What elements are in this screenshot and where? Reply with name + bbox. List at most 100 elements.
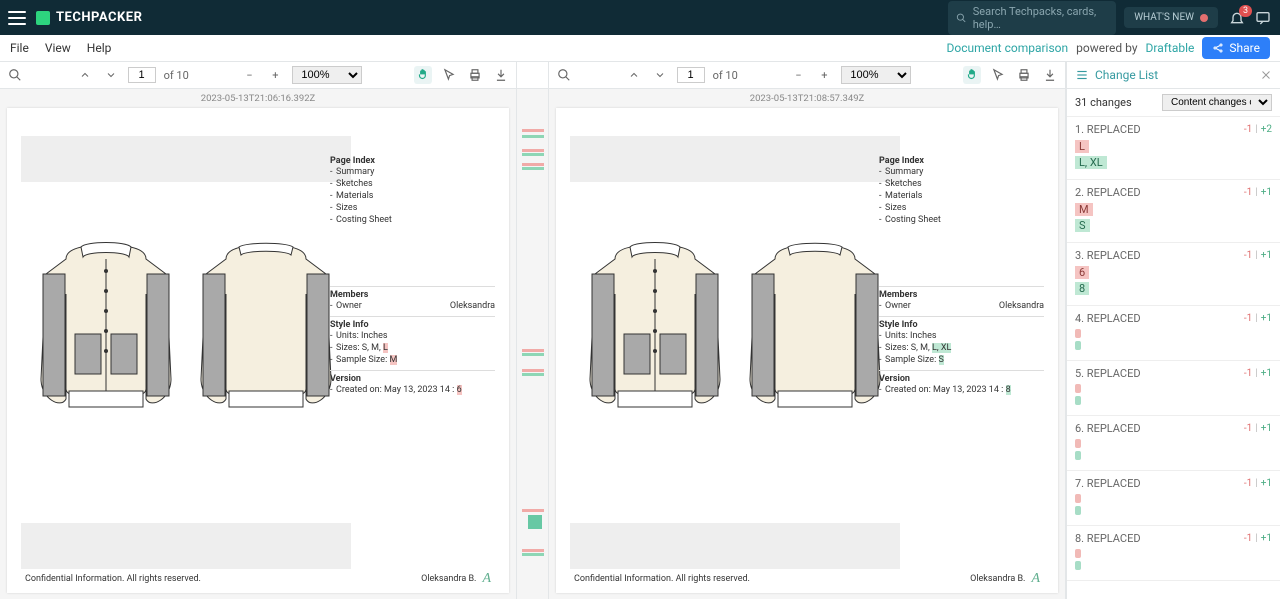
menu-help[interactable]: Help bbox=[87, 41, 112, 55]
doc-comparison-link[interactable]: Document comparison bbox=[947, 41, 1069, 55]
change-ins-bar bbox=[1075, 451, 1081, 460]
page-index-title: Page Index bbox=[879, 156, 1044, 166]
app-name: TECHPACKER bbox=[56, 10, 142, 25]
whats-new-label: WHAT'S NEW bbox=[1134, 12, 1194, 23]
right-page[interactable]: Page Index Summary Sketches Materials Si… bbox=[556, 108, 1058, 593]
index-item: Costing Sheet bbox=[330, 214, 495, 226]
change-item[interactable]: 8. REPLACED-1|+1 bbox=[1067, 526, 1280, 581]
change-title: 6. REPLACED bbox=[1075, 422, 1141, 435]
zoom-in-button[interactable]: + bbox=[815, 66, 833, 84]
left-page[interactable]: Page Index Summary Sketches Materials Si… bbox=[7, 108, 509, 593]
placeholder-block bbox=[21, 136, 351, 182]
page-footer: Confidential Information. All rights res… bbox=[25, 571, 491, 587]
change-title: 5. REPLACED bbox=[1075, 367, 1141, 380]
zoom-out-button[interactable]: − bbox=[789, 66, 807, 84]
page-of-text: of 10 bbox=[713, 69, 738, 82]
change-del-bar bbox=[1075, 329, 1081, 338]
prev-page-button[interactable] bbox=[76, 66, 94, 84]
change-item[interactable]: 5. REPLACED-1|+1 bbox=[1067, 361, 1280, 416]
zoom-select[interactable]: 100% bbox=[841, 66, 911, 84]
change-del-bar bbox=[1075, 439, 1081, 448]
style-sample: Sample Size: S bbox=[879, 354, 1044, 366]
share-button[interactable]: Share bbox=[1202, 37, 1270, 59]
pointer-tool-button[interactable] bbox=[440, 66, 458, 84]
placeholder-block bbox=[21, 523, 351, 569]
prev-page-button[interactable] bbox=[625, 66, 643, 84]
app-logo[interactable]: TECHPACKER bbox=[36, 10, 142, 25]
whats-new-dot-icon bbox=[1200, 14, 1208, 22]
hand-tool-button[interactable] bbox=[414, 66, 432, 84]
pointer-icon bbox=[442, 68, 456, 82]
draftable-link[interactable]: Draftable bbox=[1146, 41, 1195, 55]
change-item[interactable]: 7. REPLACED-1|+1 bbox=[1067, 471, 1280, 526]
footer-signature-icon: A bbox=[1031, 571, 1040, 587]
change-list-subheader: 31 changes Content changes only bbox=[1067, 89, 1280, 117]
index-item: Materials bbox=[330, 190, 495, 202]
change-filter-select[interactable]: Content changes only bbox=[1162, 94, 1272, 111]
next-page-button[interactable] bbox=[651, 66, 669, 84]
zoom-in-button[interactable]: + bbox=[266, 66, 284, 84]
style-units: Units: Inches bbox=[330, 330, 495, 342]
index-item: Costing Sheet bbox=[879, 214, 1044, 226]
index-item: Summary bbox=[330, 166, 495, 178]
next-page-button[interactable] bbox=[102, 66, 120, 84]
page-index-title: Page Index bbox=[330, 156, 495, 166]
menu-view[interactable]: View bbox=[45, 41, 71, 55]
search-in-doc-button[interactable] bbox=[6, 66, 24, 84]
change-item[interactable]: 2. REPLACED-1|+1MS bbox=[1067, 180, 1280, 243]
topbar: TECHPACKER Search Techpacks, cards, help… bbox=[0, 0, 1280, 35]
change-ins-bar bbox=[1075, 506, 1081, 515]
change-ins-bar bbox=[1075, 561, 1081, 570]
notifications-button[interactable]: 3 bbox=[1228, 9, 1246, 27]
menubar: File View Help Document comparison power… bbox=[0, 35, 1280, 62]
menu-file[interactable]: File bbox=[10, 41, 29, 55]
search-icon bbox=[557, 68, 571, 82]
change-new-value: S bbox=[1075, 219, 1090, 232]
left-info-panel: Page Index Summary Sketches Materials Si… bbox=[330, 156, 495, 396]
whats-new-button[interactable]: WHAT'S NEW bbox=[1124, 7, 1218, 28]
change-item[interactable]: 6. REPLACED-1|+1 bbox=[1067, 416, 1280, 471]
change-list-title: Change List bbox=[1095, 68, 1158, 82]
page-input[interactable] bbox=[677, 67, 705, 83]
footer-author: Oleksandra B. bbox=[421, 574, 476, 584]
jacket-front-icon bbox=[580, 239, 730, 414]
diff-overview-strip[interactable] bbox=[517, 89, 549, 599]
right-pane-toolbar: of 10 − + 100% bbox=[549, 62, 1066, 88]
download-button[interactable] bbox=[492, 66, 510, 84]
left-pane-toolbar: of 10 − + 100% bbox=[0, 62, 517, 88]
index-item: Sketches bbox=[330, 178, 495, 190]
pointer-tool-button[interactable] bbox=[989, 66, 1007, 84]
share-icon bbox=[1212, 42, 1224, 54]
right-info-panel: Page Index Summary Sketches Materials Si… bbox=[879, 156, 1044, 396]
version-created: Created on: May 13, 2023 14 : 6 bbox=[330, 384, 495, 396]
hamburger-menu-icon[interactable] bbox=[8, 11, 26, 25]
print-icon bbox=[1017, 68, 1031, 82]
change-item[interactable]: 4. REPLACED-1|+1 bbox=[1067, 306, 1280, 361]
change-list-panel: 31 changes Content changes only 1. REPLA… bbox=[1066, 89, 1280, 599]
zoom-out-button[interactable]: − bbox=[240, 66, 258, 84]
placeholder-block bbox=[570, 523, 900, 569]
change-item[interactable]: 1. REPLACED-1|+2LL, XL bbox=[1067, 117, 1280, 180]
version-title: Version bbox=[879, 370, 1044, 384]
close-change-list-button[interactable] bbox=[1260, 69, 1272, 81]
change-new-value: 8 bbox=[1075, 282, 1089, 295]
member-row: OwnerOleksandra bbox=[330, 300, 495, 312]
members-title: Members bbox=[879, 286, 1044, 300]
print-icon bbox=[468, 68, 482, 82]
hand-tool-button[interactable] bbox=[963, 66, 981, 84]
search-box[interactable]: Search Techpacks, cards, help… bbox=[948, 1, 1116, 35]
search-in-doc-button[interactable] bbox=[555, 66, 573, 84]
print-button[interactable] bbox=[1015, 66, 1033, 84]
footer-confidential: Confidential Information. All rights res… bbox=[574, 574, 750, 584]
logo-mark-icon bbox=[36, 11, 50, 25]
help-button[interactable] bbox=[1254, 9, 1272, 27]
print-button[interactable] bbox=[466, 66, 484, 84]
change-item[interactable]: 3. REPLACED-1|+168 bbox=[1067, 243, 1280, 306]
chevron-down-icon bbox=[654, 69, 666, 81]
download-button[interactable] bbox=[1041, 66, 1059, 84]
change-list[interactable]: 1. REPLACED-1|+2LL, XL2. REPLACED-1|+1MS… bbox=[1067, 117, 1280, 599]
zoom-select[interactable]: 100% bbox=[292, 66, 362, 84]
change-new-value: L, XL bbox=[1075, 156, 1107, 169]
change-title: 7. REPLACED bbox=[1075, 477, 1141, 490]
page-input[interactable] bbox=[128, 67, 156, 83]
